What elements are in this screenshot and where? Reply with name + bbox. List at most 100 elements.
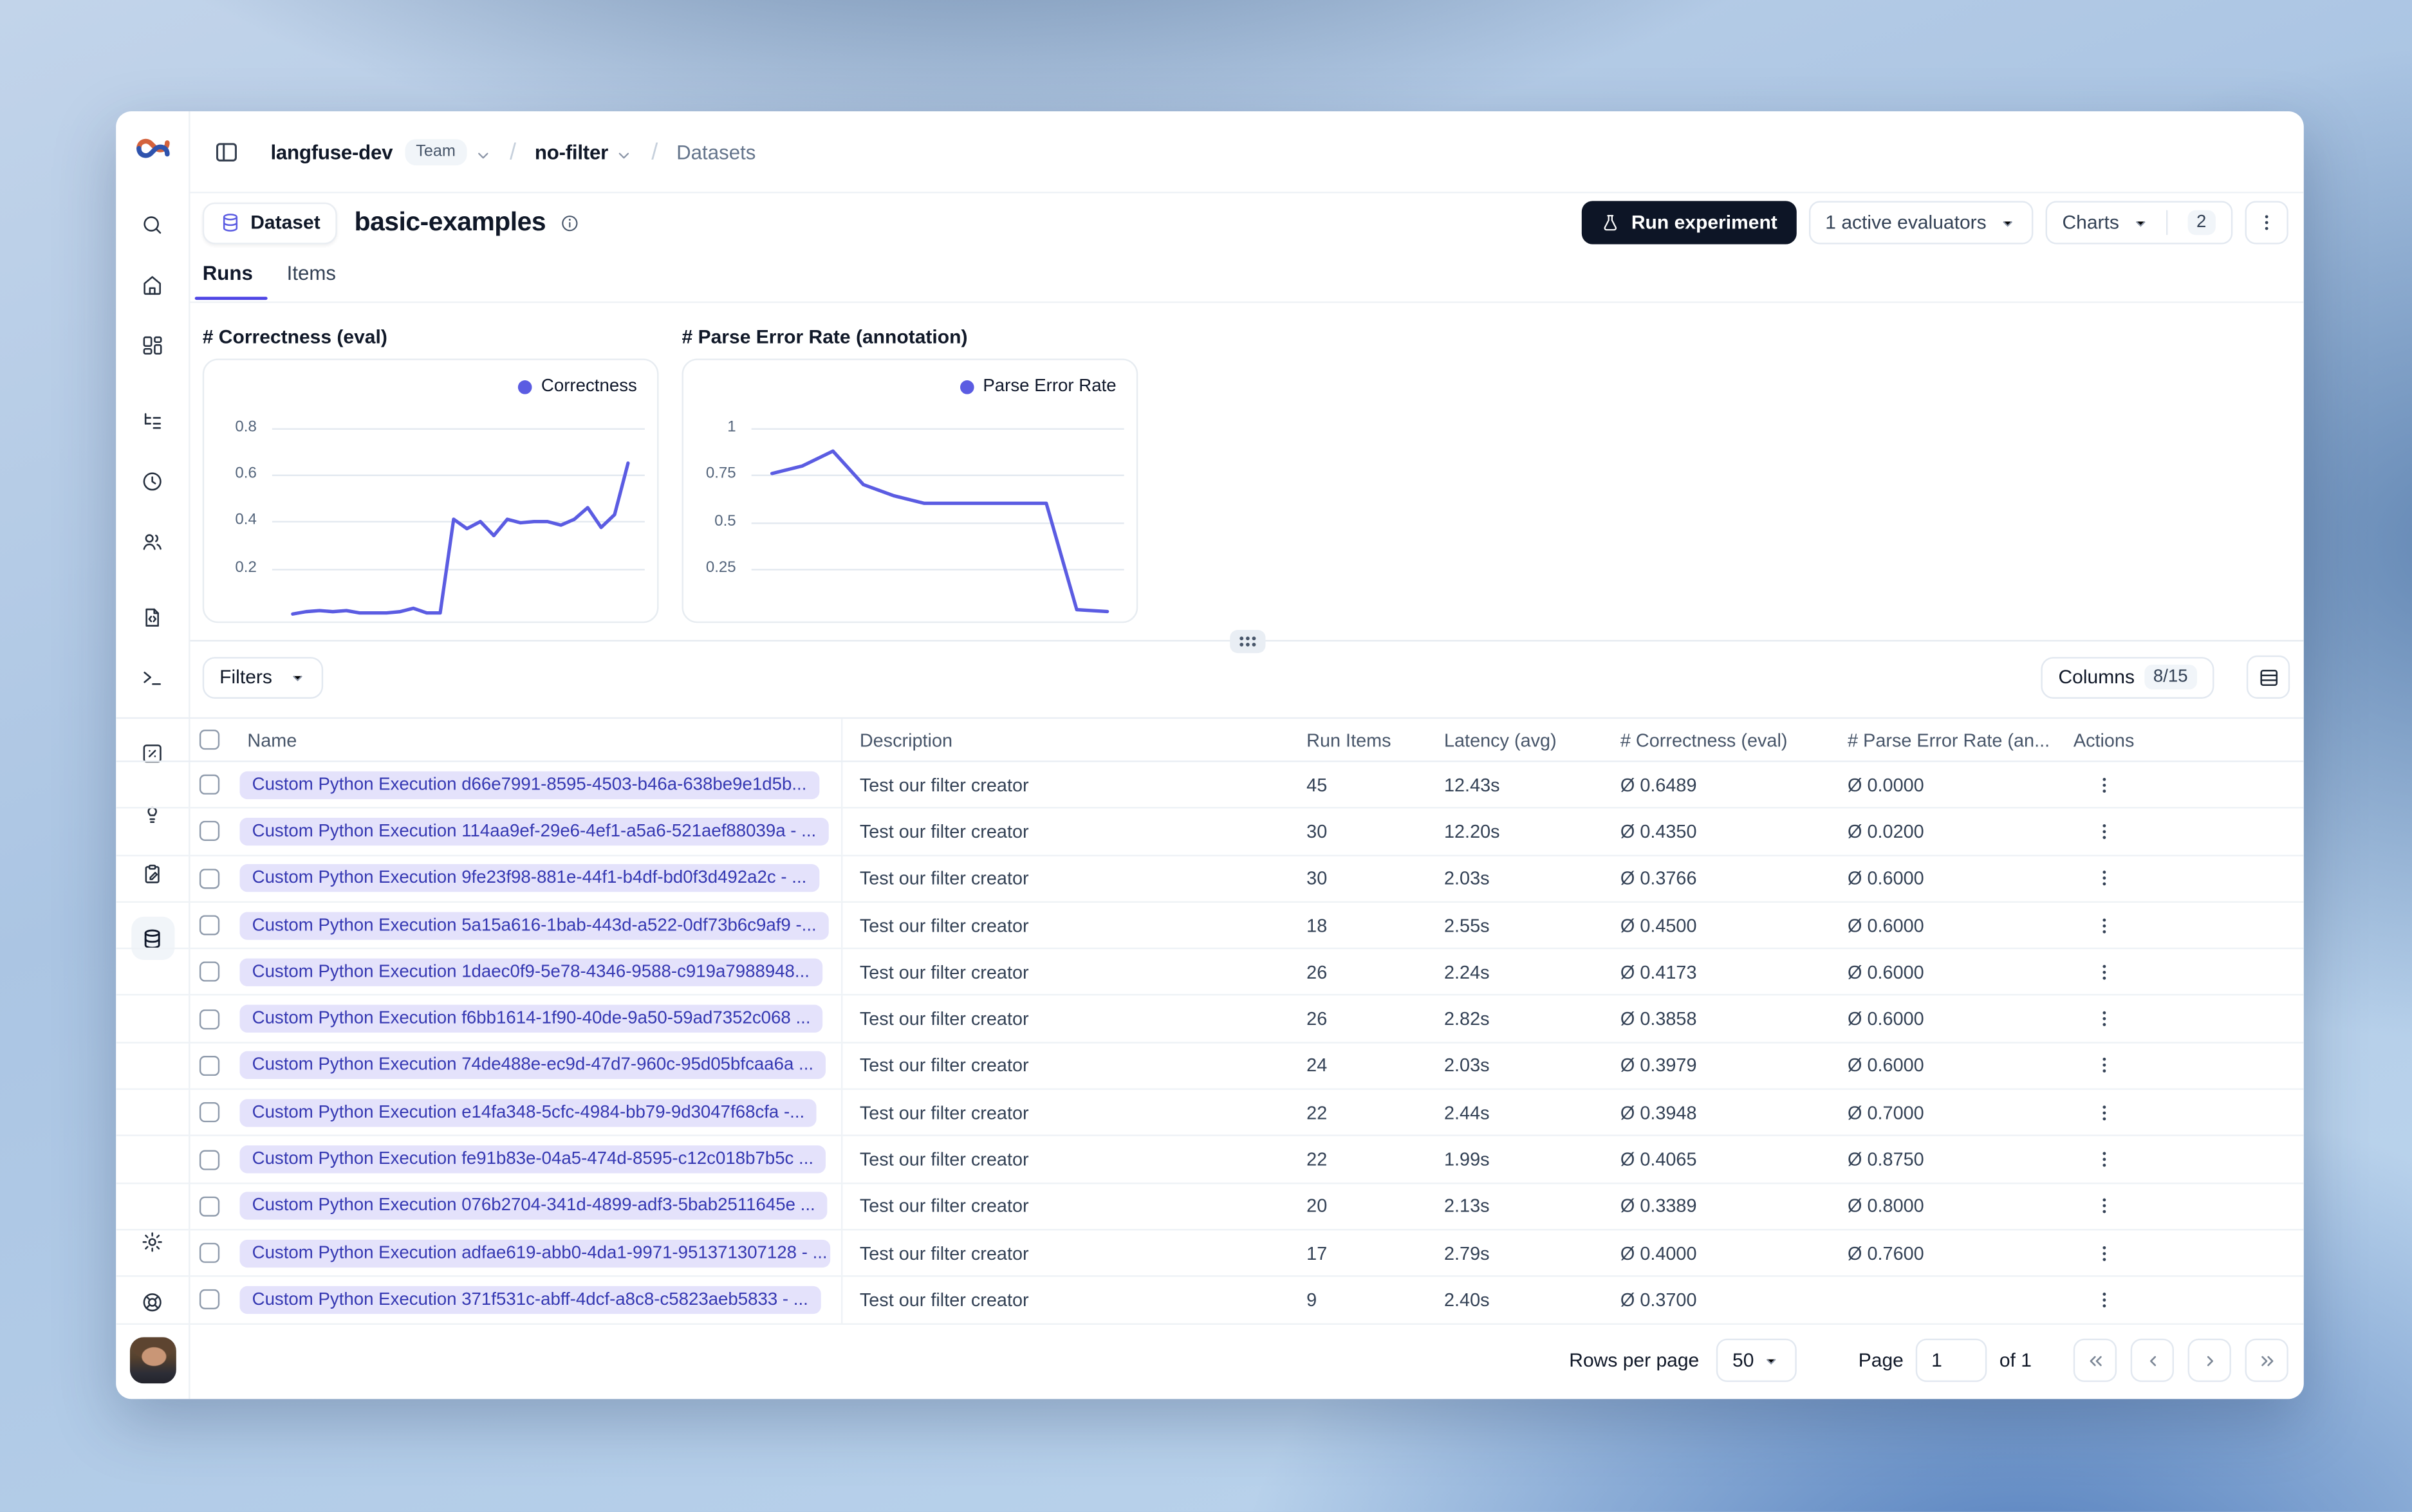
langfuse-logo-icon[interactable] [135, 136, 169, 160]
run-latency-value: 12.43s [1443, 773, 1500, 796]
run-name-link[interactable]: Custom Python Execution 5a15a616-1bab-44… [239, 911, 829, 939]
first-page-button[interactable] [2073, 1338, 2117, 1382]
run-latency-value: 2.44s [1443, 1102, 1490, 1123]
tab-items[interactable]: Items [287, 261, 336, 299]
active-evaluators-button[interactable]: 1 active evaluators [1808, 201, 2033, 244]
sidebar-item-dashboard[interactable] [131, 327, 174, 362]
run-name-link[interactable]: Custom Python Execution d66e7991-8595-45… [239, 771, 819, 799]
panel-divider [190, 629, 2304, 652]
run-items-value: 26 [1306, 1008, 1328, 1030]
run-name-link[interactable]: Custom Python Execution 1daec0f9-5e78-43… [239, 958, 822, 986]
sidebar-item-tracing[interactable] [131, 403, 174, 438]
run-parse-error-rate-value: Ø 0.6000 [1848, 961, 1924, 983]
row-actions-button[interactable] [2086, 1047, 2123, 1085]
legend-dot [517, 379, 532, 394]
table-row: Custom Python Execution 5a15a616-1bab-44… [116, 902, 2304, 950]
column-header-latency[interactable]: Latency (avg) [1444, 729, 1620, 751]
breadcrumb-project[interactable]: langfuse-dev [270, 140, 393, 163]
chart-title-parse-error: # Parse Error Rate (annotation) [682, 326, 968, 348]
row-actions-button[interactable] [2086, 1000, 2123, 1038]
chevron-down-icon[interactable] [474, 143, 491, 160]
sidebar-item-home[interactable] [131, 268, 174, 302]
chevron-down-icon [289, 668, 306, 685]
row-actions-button[interactable] [2086, 907, 2123, 944]
rows-icon [2259, 668, 2277, 685]
header-more-button[interactable] [2245, 201, 2288, 244]
row-checkbox[interactable] [199, 915, 220, 936]
sidebar-item-playground[interactable] [131, 660, 174, 694]
row-checkbox[interactable] [199, 1008, 220, 1029]
charts-button[interactable]: Charts 2 [2045, 201, 2233, 244]
row-checkbox[interactable] [199, 821, 220, 842]
row-checkbox[interactable] [199, 1102, 220, 1123]
row-actions-button[interactable] [2086, 860, 2123, 898]
run-name-link[interactable]: Custom Python Execution fe91b83e-04a5-47… [239, 1145, 826, 1174]
run-name-link[interactable]: Custom Python Execution f6bb1614-1f90-40… [239, 1004, 823, 1033]
run-items-value: 30 [1306, 820, 1328, 843]
info-icon[interactable] [560, 212, 580, 232]
run-name-link[interactable]: Custom Python Execution 74de488e-ec9d-47… [239, 1051, 826, 1080]
row-actions-button[interactable] [2086, 1234, 2123, 1272]
rows-per-page-select[interactable]: 50 [1716, 1338, 1797, 1382]
row-checkbox[interactable] [199, 1149, 220, 1170]
row-height-button[interactable] [2246, 655, 2290, 699]
row-checkbox[interactable] [199, 1242, 220, 1264]
run-description: Test our filter creator [859, 773, 1029, 796]
resize-grip-icon[interactable] [1229, 629, 1265, 652]
row-actions-button[interactable] [2086, 766, 2123, 804]
run-name-link[interactable]: Custom Python Execution 371f531c-abff-4d… [239, 1286, 821, 1314]
kebab-icon [2102, 917, 2106, 933]
row-actions-button[interactable] [2086, 1187, 2123, 1225]
column-header-description[interactable]: Description [842, 729, 1306, 751]
run-name-link[interactable]: Custom Python Execution 076b2704-341d-48… [239, 1192, 828, 1221]
kebab-icon [2102, 824, 2106, 839]
run-items-value: 18 [1306, 914, 1328, 936]
row-actions-button[interactable] [2086, 813, 2123, 851]
chevron-down-icon[interactable] [616, 143, 633, 160]
sidebar-toggle-icon[interactable] [206, 131, 246, 171]
previous-page-button[interactable] [2130, 1338, 2174, 1382]
run-latency-value: 2.55s [1443, 914, 1490, 936]
row-checkbox[interactable] [199, 962, 220, 982]
run-name-link[interactable]: Custom Python Execution 114aa9ef-29e6-4e… [239, 817, 829, 846]
table-header: Name Description Run Items Latency (avg)… [116, 717, 2304, 762]
breadcrumb-section[interactable]: Datasets [676, 140, 756, 163]
run-correctness-value: Ø 0.4173 [1620, 961, 1697, 983]
sidebar-item-search[interactable] [131, 207, 174, 241]
tab-runs[interactable]: Runs [194, 261, 266, 300]
row-checkbox[interactable] [199, 1055, 220, 1076]
sidebar-item-prompts[interactable] [131, 600, 174, 634]
select-all-checkbox[interactable] [199, 730, 220, 750]
row-checkbox[interactable] [199, 1196, 220, 1217]
run-items-value: 9 [1306, 1289, 1317, 1311]
run-name-link[interactable]: Custom Python Execution 9fe23f98-881e-44… [239, 864, 819, 892]
breadcrumb-environment[interactable]: no-filter [535, 140, 608, 163]
column-header-name[interactable]: Name [239, 719, 843, 761]
column-header-run-items[interactable]: Run Items [1306, 729, 1444, 751]
column-header-parse-error-rate[interactable]: # Parse Error Rate (an... [1848, 729, 2073, 751]
run-name-link[interactable]: Custom Python Execution e14fa348-5cfc-49… [239, 1098, 817, 1127]
run-latency-value: 2.24s [1443, 961, 1490, 983]
last-page-button[interactable] [2245, 1338, 2288, 1382]
row-checkbox[interactable] [199, 868, 220, 889]
column-header-correctness[interactable]: # Correctness (eval) [1620, 729, 1848, 751]
run-experiment-button[interactable]: Run experiment [1581, 201, 1796, 244]
run-parse-error-rate-value: Ø 0.0200 [1848, 820, 1924, 843]
columns-button[interactable]: Columns 8/15 [2041, 656, 2214, 698]
divider [2166, 210, 2167, 235]
row-actions-button[interactable] [2086, 1281, 2123, 1319]
row-checkbox[interactable] [199, 1289, 220, 1310]
filters-button[interactable]: Filters [202, 656, 324, 698]
page-input[interactable] [1916, 1338, 1987, 1382]
row-actions-button[interactable] [2086, 953, 2123, 991]
user-avatar[interactable] [129, 1337, 176, 1384]
sidebar-item-users[interactable] [131, 524, 174, 558]
run-correctness-value: Ø 0.4500 [1620, 914, 1697, 936]
run-name-link[interactable]: Custom Python Execution adfae619-abb0-4d… [239, 1239, 831, 1268]
row-actions-button[interactable] [2086, 1094, 2123, 1131]
app-window: langfuse-dev Team / no-filter / Datasets… [116, 111, 2304, 1399]
next-page-button[interactable] [2187, 1338, 2231, 1382]
row-actions-button[interactable] [2086, 1141, 2123, 1178]
row-checkbox[interactable] [199, 775, 220, 795]
sidebar-item-sessions[interactable] [131, 464, 174, 498]
